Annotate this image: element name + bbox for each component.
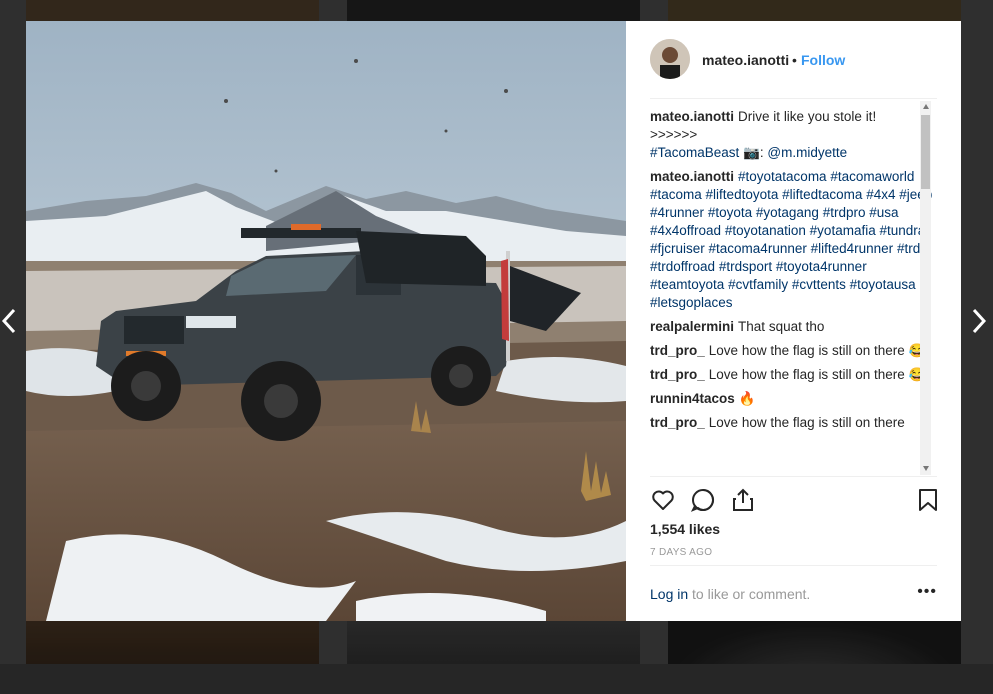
hashtag-link[interactable]: #trdsport [719, 259, 772, 274]
hashtag-link[interactable]: #toyota [708, 205, 752, 220]
login-prompt-text: to like or comment. [692, 586, 811, 602]
avatar[interactable] [650, 39, 690, 79]
hashtag-link[interactable]: #liftedtoyota [706, 187, 779, 202]
mention-link[interactable]: @m.midyette [767, 145, 847, 160]
hashtag-link[interactable]: #trdoffroad [650, 259, 715, 274]
comment-text: 🔥 [738, 391, 756, 406]
post-photo[interactable] [26, 21, 626, 621]
comment-icon[interactable] [690, 487, 716, 513]
hashtag-link[interactable]: #4x4offroad [650, 223, 721, 238]
hashtag-link[interactable]: #toyotatacoma [738, 169, 827, 184]
comment-item: trd_pro_ Love how the flag is still on th… [650, 342, 940, 360]
comment-item: runnin4tacos 🔥 [650, 390, 940, 408]
separator-dot: • [792, 52, 797, 68]
hashtag-link[interactable]: #cvttents [792, 277, 846, 292]
more-options-icon[interactable]: ••• [917, 583, 937, 601]
hashtag-link[interactable]: #lifted4runner [811, 241, 894, 256]
hashtag-link[interactable]: #yotamafia [810, 223, 876, 238]
bottom-nav-bar [0, 664, 993, 694]
hashtag-link[interactable]: #yotagang [756, 205, 819, 220]
comment-item: mateo.ianotti Drive it like you stole it!… [650, 108, 940, 162]
hashtag-link[interactable]: #fjcruiser [650, 241, 705, 256]
post-header: mateo.ianotti • Follow [650, 21, 937, 99]
comment-username[interactable]: mateo.ianotti [650, 169, 734, 184]
hashtag-link[interactable]: #toyotausa [850, 277, 916, 292]
comment-text: Love how the flag is still on there 😂 [708, 367, 926, 382]
hashtag-link[interactable]: #tundra [879, 223, 925, 238]
comment-username[interactable]: trd_pro_ [650, 367, 705, 382]
comment-text: Drive it like you stole it! [738, 109, 877, 124]
comment-username[interactable]: mateo.ianotti [650, 109, 734, 124]
hashtag-link[interactable]: #trdpro [823, 205, 866, 220]
comment-line: >>>>>> [650, 127, 698, 142]
hashtag-link[interactable]: #4x4 [866, 187, 895, 202]
comment-text: #toyotatacoma #tacomaworld #tacoma #lift… [650, 169, 932, 310]
comment-text: Love how the flag is still on there [708, 415, 905, 430]
hashtag-link[interactable]: #liftedtacoma [782, 187, 862, 202]
login-prompt: Log in to like or comment. ••• [650, 565, 937, 622]
post-timestamp[interactable]: 7 DAYS AGO [650, 547, 712, 558]
post-side-panel: mateo.ianotti • Follow mateo.ianotti Driv… [626, 21, 961, 621]
bookmark-icon[interactable] [915, 487, 941, 513]
hashtag-link[interactable]: #teamtoyota [650, 277, 724, 292]
post-modal: mateo.ianotti • Follow mateo.ianotti Driv… [26, 21, 961, 621]
comment-username[interactable]: realpalermini [650, 319, 734, 334]
hashtag-link[interactable]: #4runner [650, 205, 704, 220]
comment-line: #TacomaBeast 📷: @m.midyette [650, 145, 848, 160]
hashtag-link[interactable]: #toyotanation [725, 223, 806, 238]
comment-item: trd_pro_ Love how the flag is still on th… [650, 366, 940, 384]
chevron-left-icon[interactable] [0, 306, 28, 336]
follow-button[interactable]: Follow [801, 52, 845, 68]
hashtag-link[interactable]: #toyota4runner [776, 259, 867, 274]
hashtag-link[interactable]: #TacomaBeast [650, 145, 739, 160]
hashtag-link[interactable]: #tacoma4runner [709, 241, 807, 256]
hashtag-link[interactable]: #usa [869, 205, 898, 220]
comment-text: Love how the flag is still on there 😂 [708, 343, 926, 358]
share-icon[interactable] [730, 487, 756, 513]
comment-item: mateo.ianotti #toyotatacoma #tacomaworld … [650, 168, 940, 312]
comment-text: That squat tho [738, 319, 825, 334]
username-link[interactable]: mateo.ianotti [702, 52, 789, 68]
hashtag-link[interactable]: #tacoma [650, 187, 702, 202]
hashtag-link[interactable]: #tacomaworld [830, 169, 914, 184]
login-link[interactable]: Log in [650, 586, 688, 602]
heart-icon[interactable] [650, 487, 676, 513]
comment-item: trd_pro_ Love how the flag is still on th… [650, 414, 940, 432]
comment-item: realpalermini That squat tho [650, 318, 940, 336]
comment-username[interactable]: trd_pro_ [650, 343, 705, 358]
hashtag-link[interactable]: #letsgoplaces [650, 295, 733, 310]
comments-list[interactable]: mateo.ianotti Drive it like you stole it!… [650, 108, 940, 476]
action-bar [650, 476, 937, 523]
hashtag-link[interactable]: #trd [897, 241, 920, 256]
chevron-right-icon[interactable] [968, 306, 993, 336]
likes-count[interactable]: 1,554 likes [650, 521, 720, 537]
comment-username[interactable]: runnin4tacos [650, 391, 735, 406]
hashtag-link[interactable]: #cvtfamily [728, 277, 788, 292]
comment-username[interactable]: trd_pro_ [650, 415, 705, 430]
